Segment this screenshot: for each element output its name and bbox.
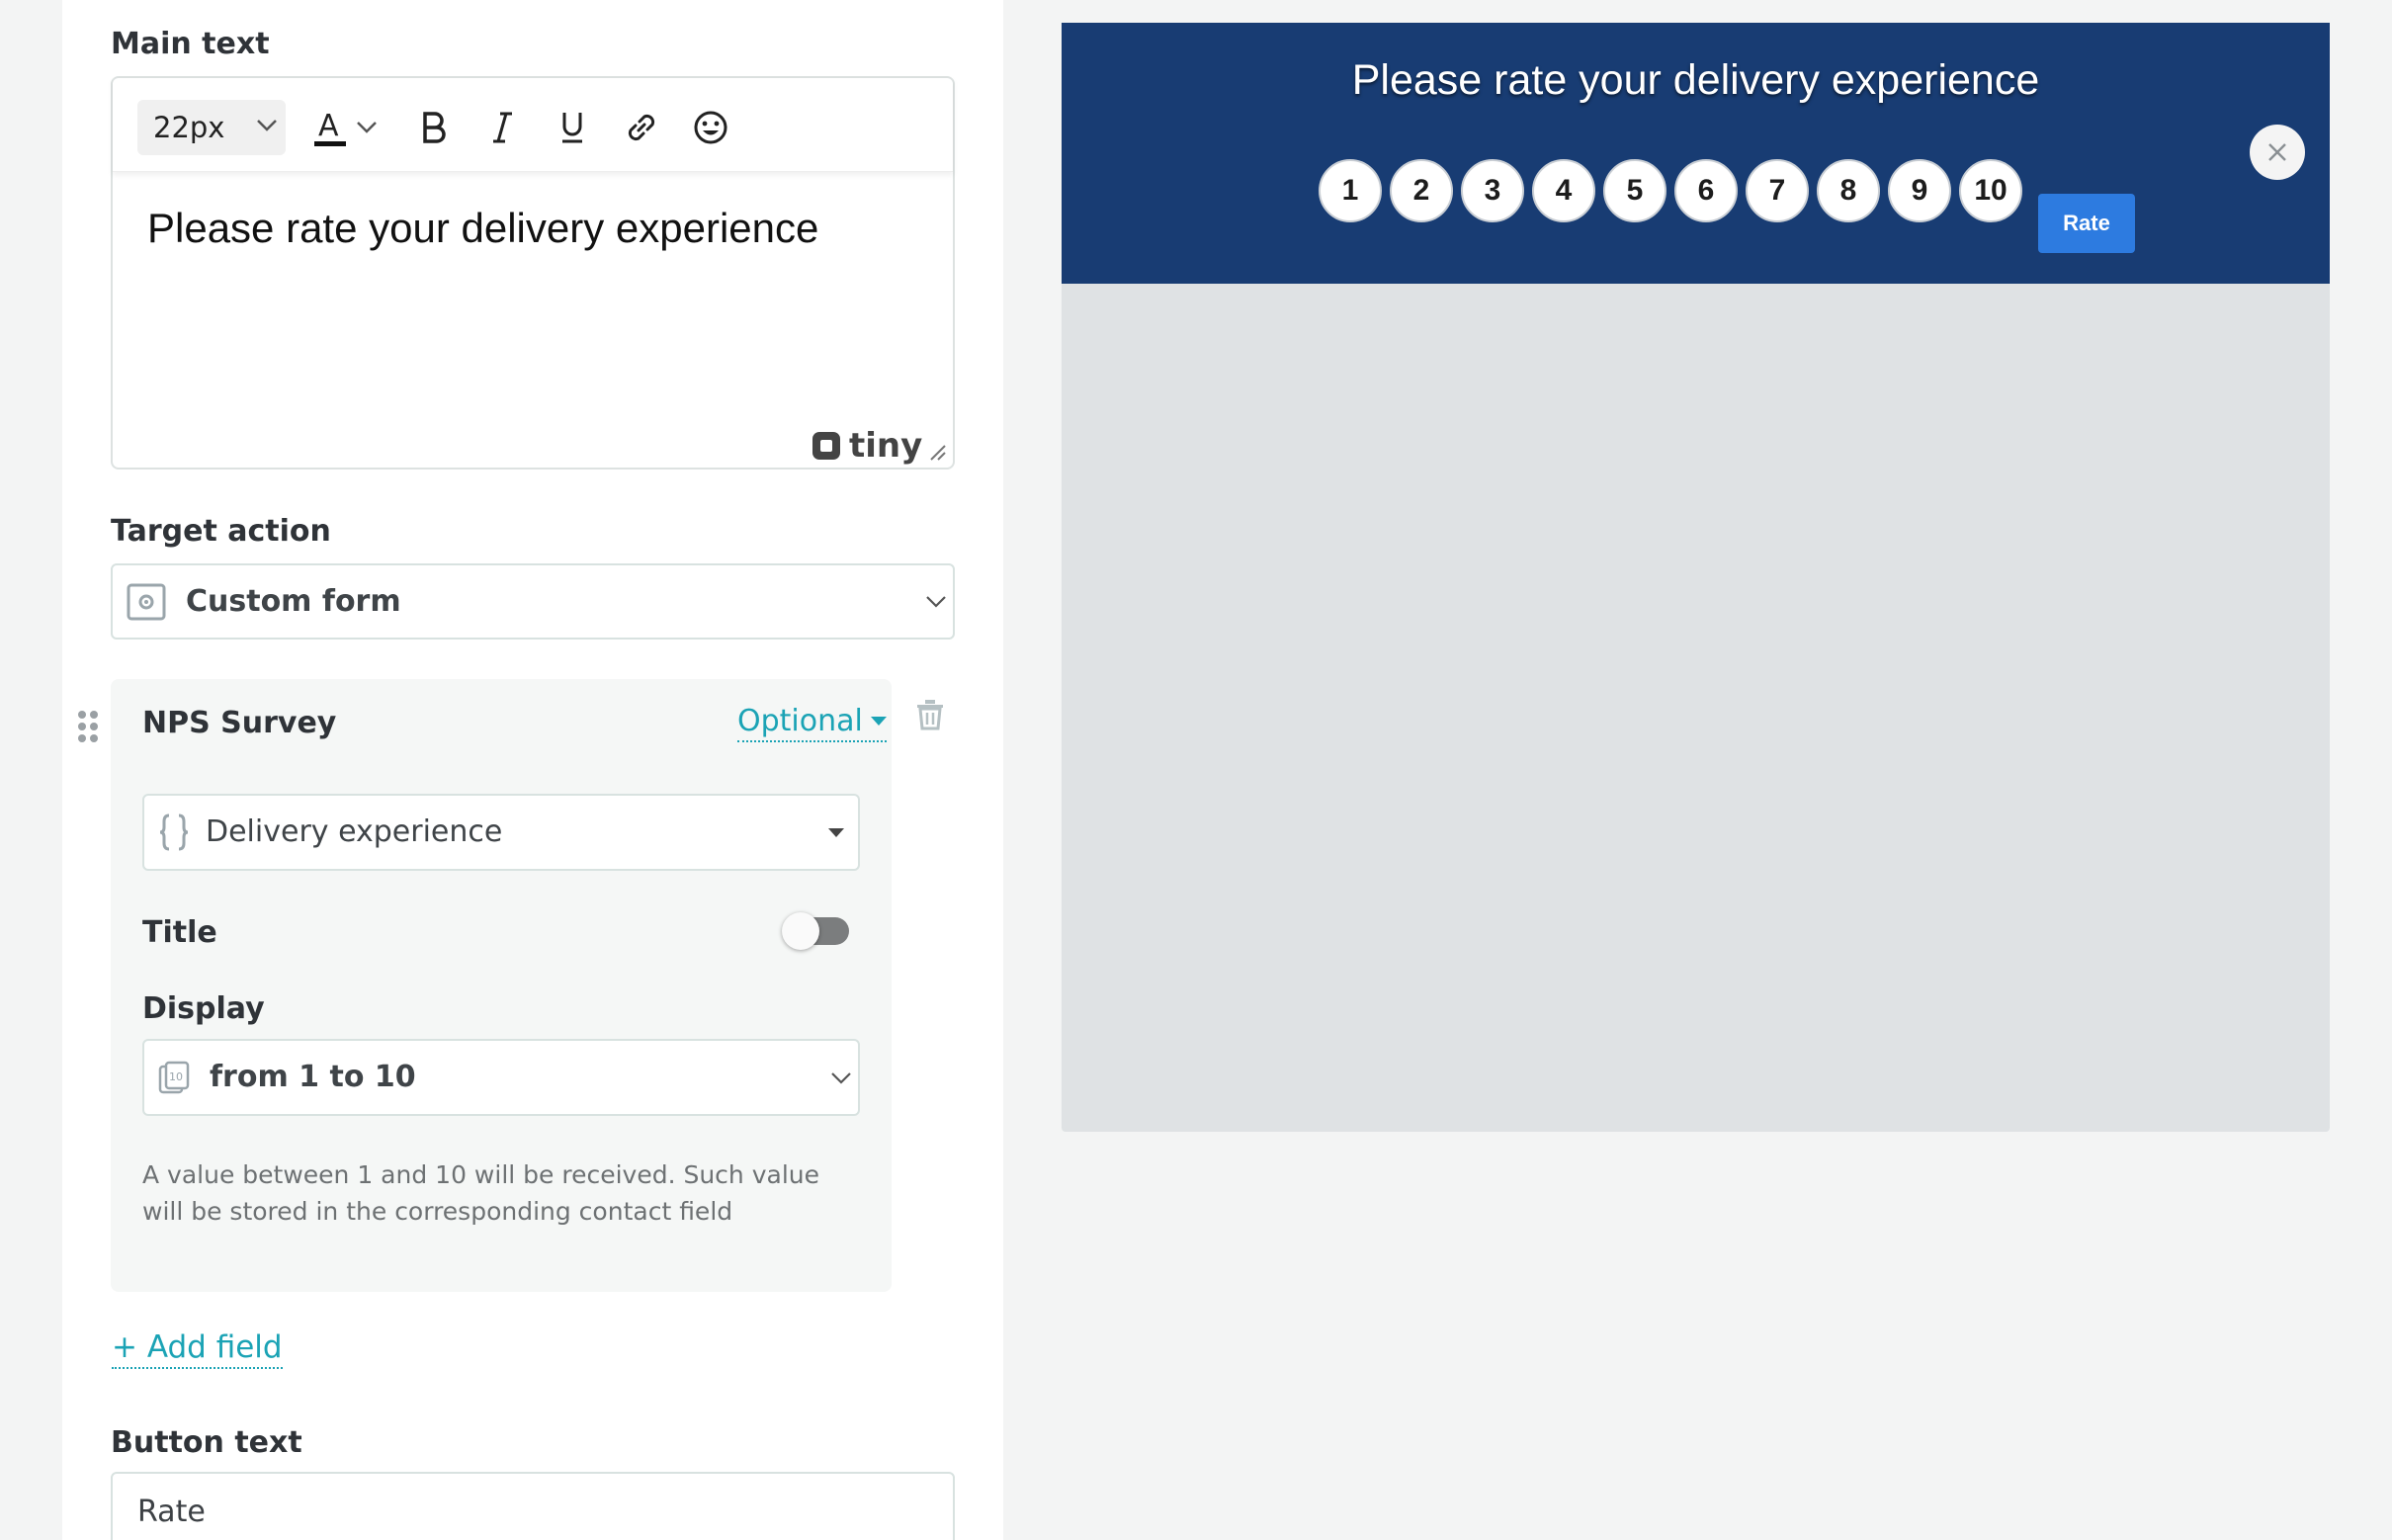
caret-down-icon (870, 716, 887, 726)
nps-score-button[interactable]: 8 (1817, 159, 1880, 222)
nps-score-button[interactable]: 6 (1674, 159, 1738, 222)
editor-toolbar: 22px A (113, 78, 953, 172)
caret-down-icon (828, 828, 844, 837)
nps-score-button[interactable]: 4 (1532, 159, 1595, 222)
target-action-label: Target action (111, 514, 331, 549)
chevron-down-icon (257, 120, 277, 131)
trash-icon[interactable] (915, 699, 945, 730)
drag-handle-icon[interactable] (77, 710, 99, 743)
close-button[interactable] (2250, 125, 2305, 180)
nps-score-row: 1 2 3 4 5 6 7 8 9 10 (1319, 159, 2022, 222)
rich-text-editor[interactable]: 22px A Please rate your delivery experie… (111, 76, 955, 470)
text-color-dropdown-icon[interactable] (350, 100, 384, 155)
display-label: Display (142, 991, 265, 1026)
button-text-label: Button text (111, 1425, 302, 1460)
custom-form-icon (127, 583, 166, 621)
optional-label: Optional (737, 704, 863, 738)
editor-content[interactable]: Please rate your delivery experience (147, 205, 818, 252)
variable-braces-icon (159, 813, 189, 851)
nps-score-button[interactable]: 5 (1603, 159, 1666, 222)
nps-score-button[interactable]: 2 (1390, 159, 1453, 222)
preview-rate-button[interactable]: Rate (2038, 194, 2135, 253)
tiny-brand-text: tiny (849, 426, 923, 466)
svg-text:A: A (318, 109, 339, 143)
italic-icon[interactable] (478, 100, 528, 155)
nps-score-button[interactable]: 3 (1461, 159, 1524, 222)
toggle-knob (782, 912, 819, 950)
bold-icon[interactable] (409, 100, 459, 155)
tiny-logo-icon (812, 432, 840, 460)
display-select[interactable]: 10 from 1 to 10 (142, 1039, 860, 1116)
svg-text:10: 10 (169, 1070, 183, 1083)
nps-score-button[interactable]: 9 (1888, 159, 1951, 222)
add-field-link[interactable]: + Add field (112, 1329, 283, 1369)
settings-panel: Main text 22px A Please rate your delive… (62, 0, 1003, 1540)
nps-survey-title: NPS Survey (142, 706, 337, 740)
scale-icon: 10 (158, 1061, 190, 1094)
link-icon[interactable] (617, 100, 666, 155)
emoji-icon[interactable] (686, 100, 735, 155)
nps-score-button[interactable]: 1 (1319, 159, 1382, 222)
optional-dropdown[interactable]: Optional (737, 704, 887, 742)
main-text-label: Main text (111, 27, 270, 61)
display-value: from 1 to 10 (210, 1060, 416, 1094)
chevron-down-icon (926, 596, 946, 608)
chevron-down-icon (831, 1072, 851, 1084)
preview-banner: Please rate your delivery experience 1 2… (1062, 23, 2330, 284)
title-label: Title (142, 915, 217, 950)
field-select-value: Delivery experience (206, 814, 503, 849)
text-color-icon[interactable]: A (305, 100, 355, 155)
button-text-input[interactable]: Rate (111, 1472, 955, 1540)
display-help-text: A value between 1 and 10 will be receive… (142, 1160, 820, 1226)
font-size-select[interactable]: 22px (137, 100, 286, 155)
target-action-select[interactable]: Custom form (111, 563, 955, 640)
underline-icon[interactable] (548, 100, 597, 155)
button-text-value: Rate (137, 1495, 206, 1529)
preview-title: Please rate your delivery experience (1351, 56, 2040, 104)
field-select[interactable]: Delivery experience (142, 794, 860, 871)
nps-score-button[interactable]: 7 (1746, 159, 1809, 222)
resize-handle-icon[interactable] (927, 442, 947, 462)
close-icon (2268, 143, 2286, 161)
font-size-value: 22px (153, 111, 225, 144)
nps-score-button[interactable]: 10 (1959, 159, 2022, 222)
title-toggle[interactable] (782, 912, 849, 950)
tiny-logo: tiny (810, 426, 922, 466)
target-action-value: Custom form (186, 584, 401, 619)
